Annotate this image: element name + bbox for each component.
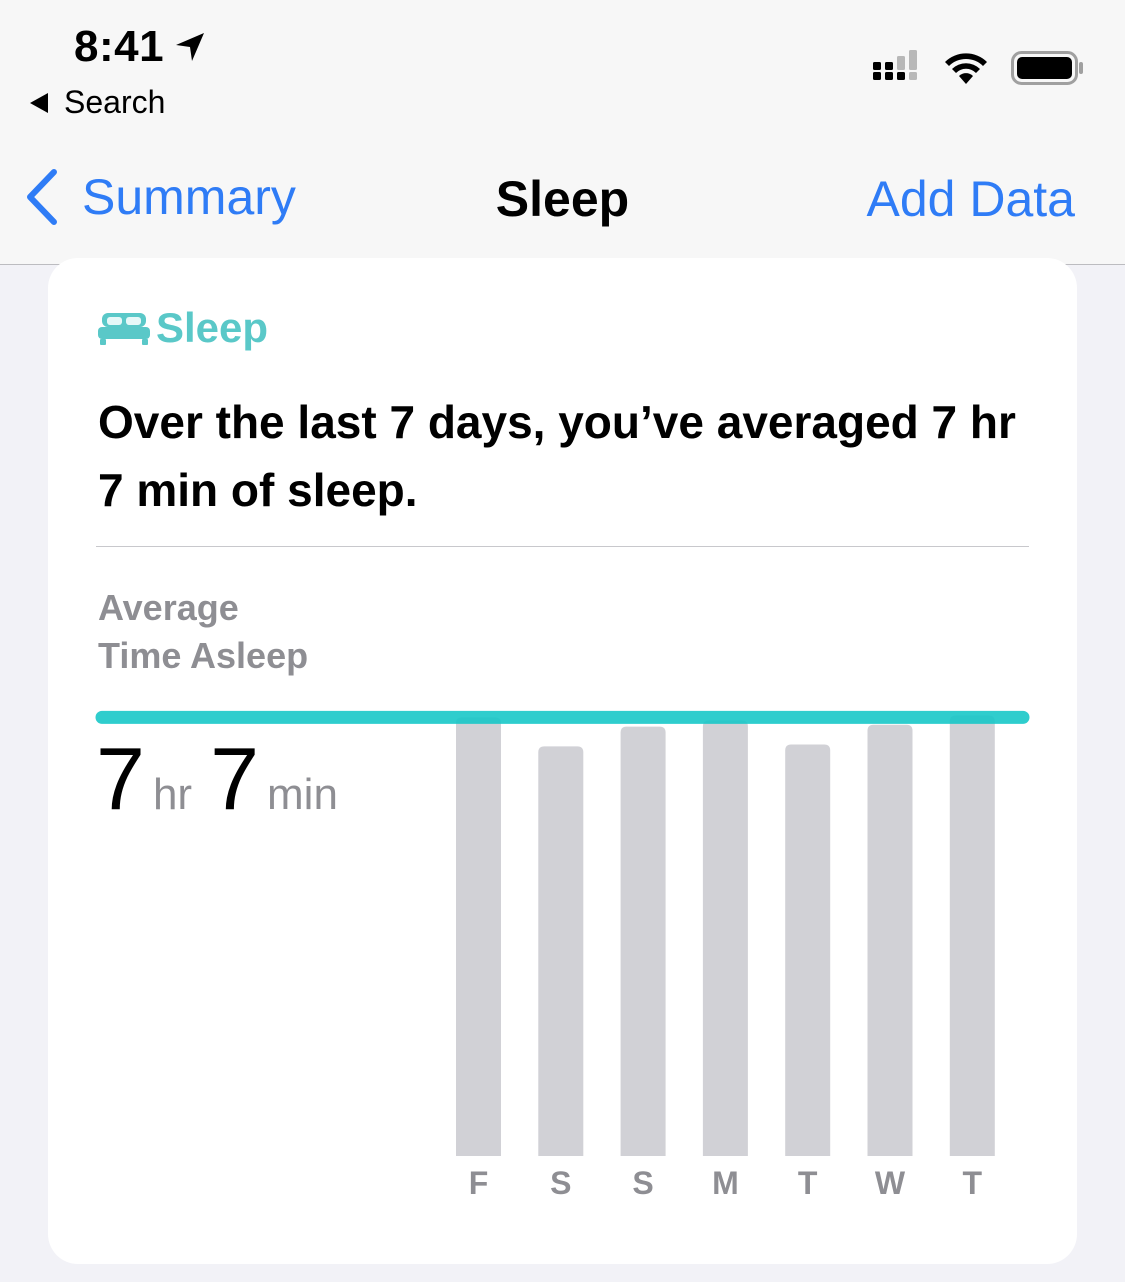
cellular-signal-icon <box>873 50 917 80</box>
sleep-bar-5[interactable] <box>867 724 913 1156</box>
status-time-text: 8:41 <box>74 22 165 71</box>
top-bar: 8:41 Search Summary Sleep Add Data <box>0 0 1125 265</box>
day-label-2: S <box>632 1165 653 1201</box>
back-to-app-label: Search <box>64 84 166 120</box>
day-label-6: T <box>963 1165 983 1201</box>
sleep-bar-4[interactable] <box>785 744 831 1156</box>
wifi-icon <box>945 53 987 84</box>
day-label-5: W <box>875 1165 906 1201</box>
sleep-bar-2[interactable] <box>620 726 666 1156</box>
day-label-4: T <box>798 1165 818 1201</box>
day-label-1: S <box>550 1165 571 1201</box>
sleep-bar-1[interactable] <box>538 746 584 1156</box>
sleep-highlight-card[interactable]: Sleep Over the last 7 days, you’ve avera… <box>48 258 1077 1264</box>
back-triangle-icon <box>30 92 48 113</box>
day-label-3: M <box>712 1165 739 1201</box>
status-time: 8:41 <box>74 22 208 72</box>
status-indicators <box>873 50 1085 86</box>
day-label-0: F <box>469 1165 489 1201</box>
sleep-bar-3[interactable] <box>702 720 748 1156</box>
sleep-bar-0[interactable] <box>456 717 501 1156</box>
battery-icon <box>1011 51 1083 85</box>
add-data-button[interactable]: Add Data <box>867 170 1075 228</box>
sleep-bar-6[interactable] <box>949 715 995 1156</box>
location-arrow-icon <box>176 33 205 61</box>
back-to-app-button[interactable]: Search <box>30 84 165 121</box>
sleep-bar-chart: FSSMTWT <box>95 710 1030 1201</box>
